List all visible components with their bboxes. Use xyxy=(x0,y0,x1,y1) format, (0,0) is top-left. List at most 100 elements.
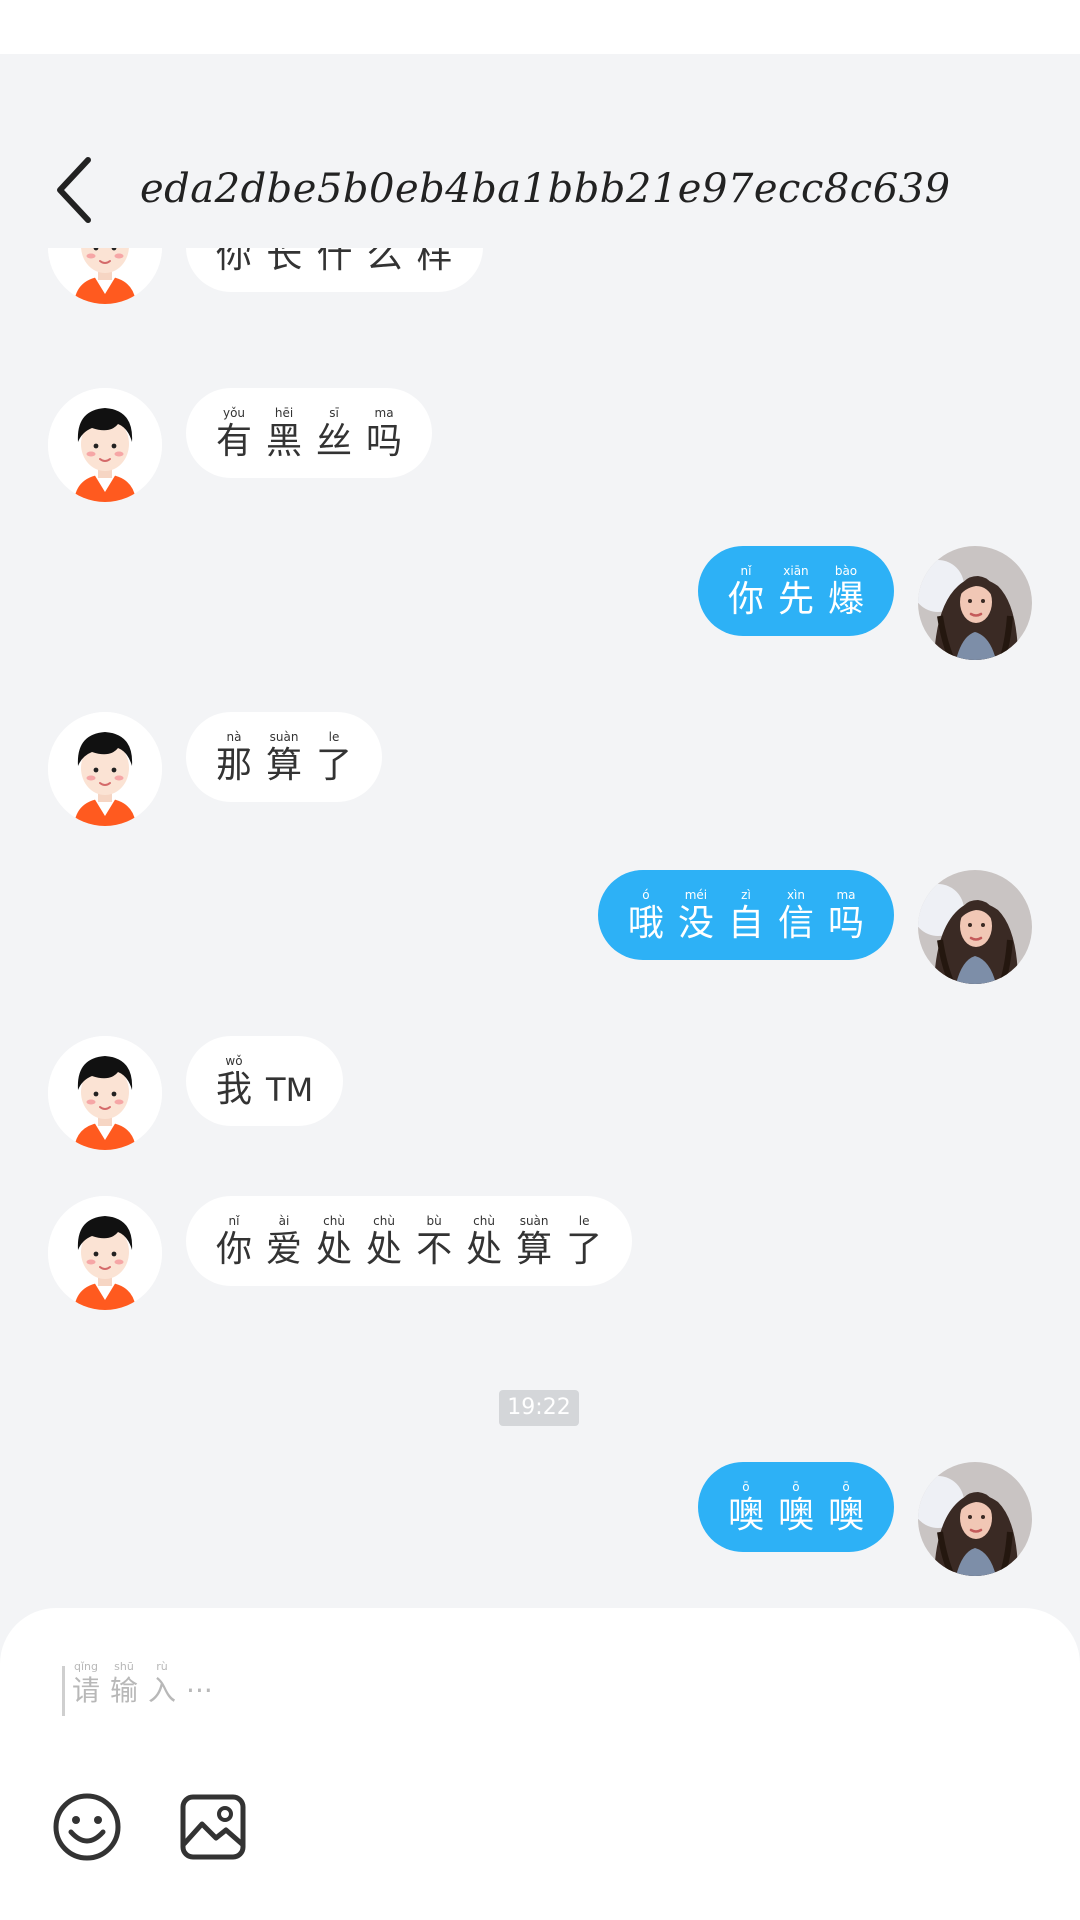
ruby-char: shén什 xyxy=(317,248,353,278)
message-char: 了 xyxy=(566,1229,603,1270)
pinyin-annotation: hēi xyxy=(274,406,294,420)
ruby-char: suàn 算 xyxy=(266,730,302,788)
pinyin-annotation: chù xyxy=(473,1214,495,1228)
ruby-char: ma 吗 xyxy=(366,406,402,464)
message-char: 你 xyxy=(727,579,764,620)
pinyin-annotation: ó xyxy=(642,888,650,902)
message-bubble-other[interactable]: nǐ 你 ài 爱 chù 处 chù 处 bù 不 chù 处 suàn 算 le 了 xyxy=(186,1196,633,1286)
ruby-char: xiān 先 xyxy=(778,564,814,622)
message-char: 先 xyxy=(777,579,814,620)
ruby-char: qǐng 请 xyxy=(72,1660,100,1708)
pinyin-annotation: ma xyxy=(836,888,856,902)
pinyin-annotation: suàn xyxy=(269,730,299,744)
message-char: 什 xyxy=(316,248,353,276)
pinyin-annotation: chù xyxy=(323,1214,345,1228)
ruby-char: le 了 xyxy=(566,1214,602,1272)
ruby-char: nǐ你 xyxy=(728,564,764,622)
ruby-char: suàn 算 xyxy=(516,1214,552,1272)
message-char: 你 xyxy=(216,1229,253,1270)
message-char: 丝 xyxy=(316,421,353,462)
message-bubble-self[interactable]: ó 哦 méi 没 zì 自 xìn 信 ma 吗 xyxy=(597,870,894,960)
message-char: 了 xyxy=(316,745,353,786)
ruby-char: sī 丝 xyxy=(316,406,352,464)
message-char: 么 xyxy=(366,248,403,276)
message-char: 算 xyxy=(516,1229,553,1270)
message-text: nà 那 suàn 算 le 了 xyxy=(216,712,352,802)
cartoon-avatar-icon xyxy=(48,712,162,826)
avatar-other[interactable] xyxy=(48,1196,162,1310)
image-icon xyxy=(180,1794,246,1860)
ruby-char: nà 那 xyxy=(216,730,252,788)
message-char: 入 xyxy=(148,1674,177,1707)
pinyin-annotation: bào xyxy=(834,564,858,578)
user-photo-avatar-icon xyxy=(918,870,1032,984)
cartoon-avatar-icon xyxy=(48,248,162,304)
ruby-char: yǒu 有 xyxy=(216,406,252,464)
message-list[interactable]: nǐ你zhǎng长shén什me么yàng样 yǒu有hēi黑sī丝ma吗 nǐ… xyxy=(0,248,1080,1608)
message-char: 不 xyxy=(416,1229,453,1270)
ruby-char: chù 处 xyxy=(366,1214,402,1272)
message-char: 噢 xyxy=(727,1495,764,1536)
pinyin-annotation: ō xyxy=(792,1480,800,1494)
pinyin-annotation: le xyxy=(328,730,340,744)
ruby-char: nǐ你 xyxy=(216,248,252,278)
message-text: wǒ 我 TM xyxy=(216,1036,313,1126)
message-char: 请 xyxy=(72,1674,101,1707)
pinyin-annotation: sī xyxy=(329,406,339,420)
message-char: 黑 xyxy=(266,421,303,462)
ruby-char: méi 没 xyxy=(678,888,714,946)
message-input[interactable]: qǐng 请 shū 输 rù 入 ··· xyxy=(62,1660,1012,1720)
image-button[interactable] xyxy=(178,1792,248,1862)
pinyin-annotation: le xyxy=(578,1214,590,1228)
message-bubble-other[interactable]: nà 那 suàn 算 le 了 xyxy=(186,712,383,802)
message-char: 自 xyxy=(727,903,764,944)
chat-header: eda2dbe5b0eb4ba1bbb21e97ecc8c639 xyxy=(0,54,1080,248)
pinyin-annotation: shū xyxy=(114,1660,134,1673)
message-char: 爆 xyxy=(827,579,864,620)
ruby-char: chù 处 xyxy=(466,1214,502,1272)
input-placeholder: qǐng 请 shū 输 rù 入 ··· xyxy=(72,1660,213,1708)
ruby-char: le 了 xyxy=(316,730,352,788)
message-char: 哦 xyxy=(627,903,664,944)
message-char: 信 xyxy=(777,903,814,944)
avatar-other[interactable] xyxy=(48,388,162,502)
message-char: 算 xyxy=(266,745,303,786)
status-bar xyxy=(0,0,1080,54)
text-cursor xyxy=(62,1666,65,1716)
avatar-other[interactable] xyxy=(48,248,162,304)
message-char: 处 xyxy=(466,1229,503,1270)
message-bubble-other[interactable]: nǐ你 zhǎng长 shén什 me么 yàng样 xyxy=(186,248,483,292)
pinyin-annotation: ō xyxy=(742,1480,750,1494)
message-bubble-other[interactable]: wǒ 我 TM xyxy=(186,1036,344,1126)
avatar-self[interactable] xyxy=(918,870,1032,984)
pinyin-annotation: nǐ xyxy=(740,564,752,578)
user-photo-avatar-icon xyxy=(918,1462,1032,1576)
message-char: 长 xyxy=(266,248,303,276)
message-char: ··· xyxy=(186,1674,213,1707)
message-bubble-self[interactable]: ō噢ō噢ō噢 xyxy=(697,1462,894,1552)
ruby-char: yàng样 xyxy=(417,248,453,278)
cartoon-avatar-icon xyxy=(48,1196,162,1310)
ruby-char: hēi 黑 xyxy=(266,406,302,464)
message-bubble-self[interactable]: nǐ 你 xiān 先 bào 爆 xyxy=(697,546,894,636)
avatar-self[interactable] xyxy=(918,546,1032,660)
ruby-char: zhǎng长 xyxy=(266,248,302,278)
emoji-button[interactable] xyxy=(52,1792,122,1862)
ruby-char: chù 处 xyxy=(316,1214,352,1272)
ruby-char: ó哦 xyxy=(628,888,664,946)
message-char: 那 xyxy=(216,745,253,786)
message-char: 有 xyxy=(216,421,253,462)
avatar-other[interactable] xyxy=(48,1036,162,1150)
message-char: 噢 xyxy=(827,1495,864,1536)
message-text: ó 哦 méi 没 zì 自 xìn 信 ma 吗 xyxy=(628,870,864,960)
avatar-other[interactable] xyxy=(48,712,162,826)
message-char: 输 xyxy=(110,1674,139,1707)
pinyin-annotation: xìn xyxy=(786,888,805,902)
message-char: 噢 xyxy=(777,1495,814,1536)
message-bubble-other[interactable]: yǒu 有 hēi 黑 sī 丝 ma 吗 xyxy=(186,388,433,478)
avatar-self[interactable] xyxy=(918,1462,1032,1576)
message-char: 处 xyxy=(316,1229,353,1270)
back-button[interactable] xyxy=(50,150,96,230)
pinyin-annotation: rù xyxy=(156,1660,168,1673)
ruby-char: bào 爆 xyxy=(828,564,864,622)
